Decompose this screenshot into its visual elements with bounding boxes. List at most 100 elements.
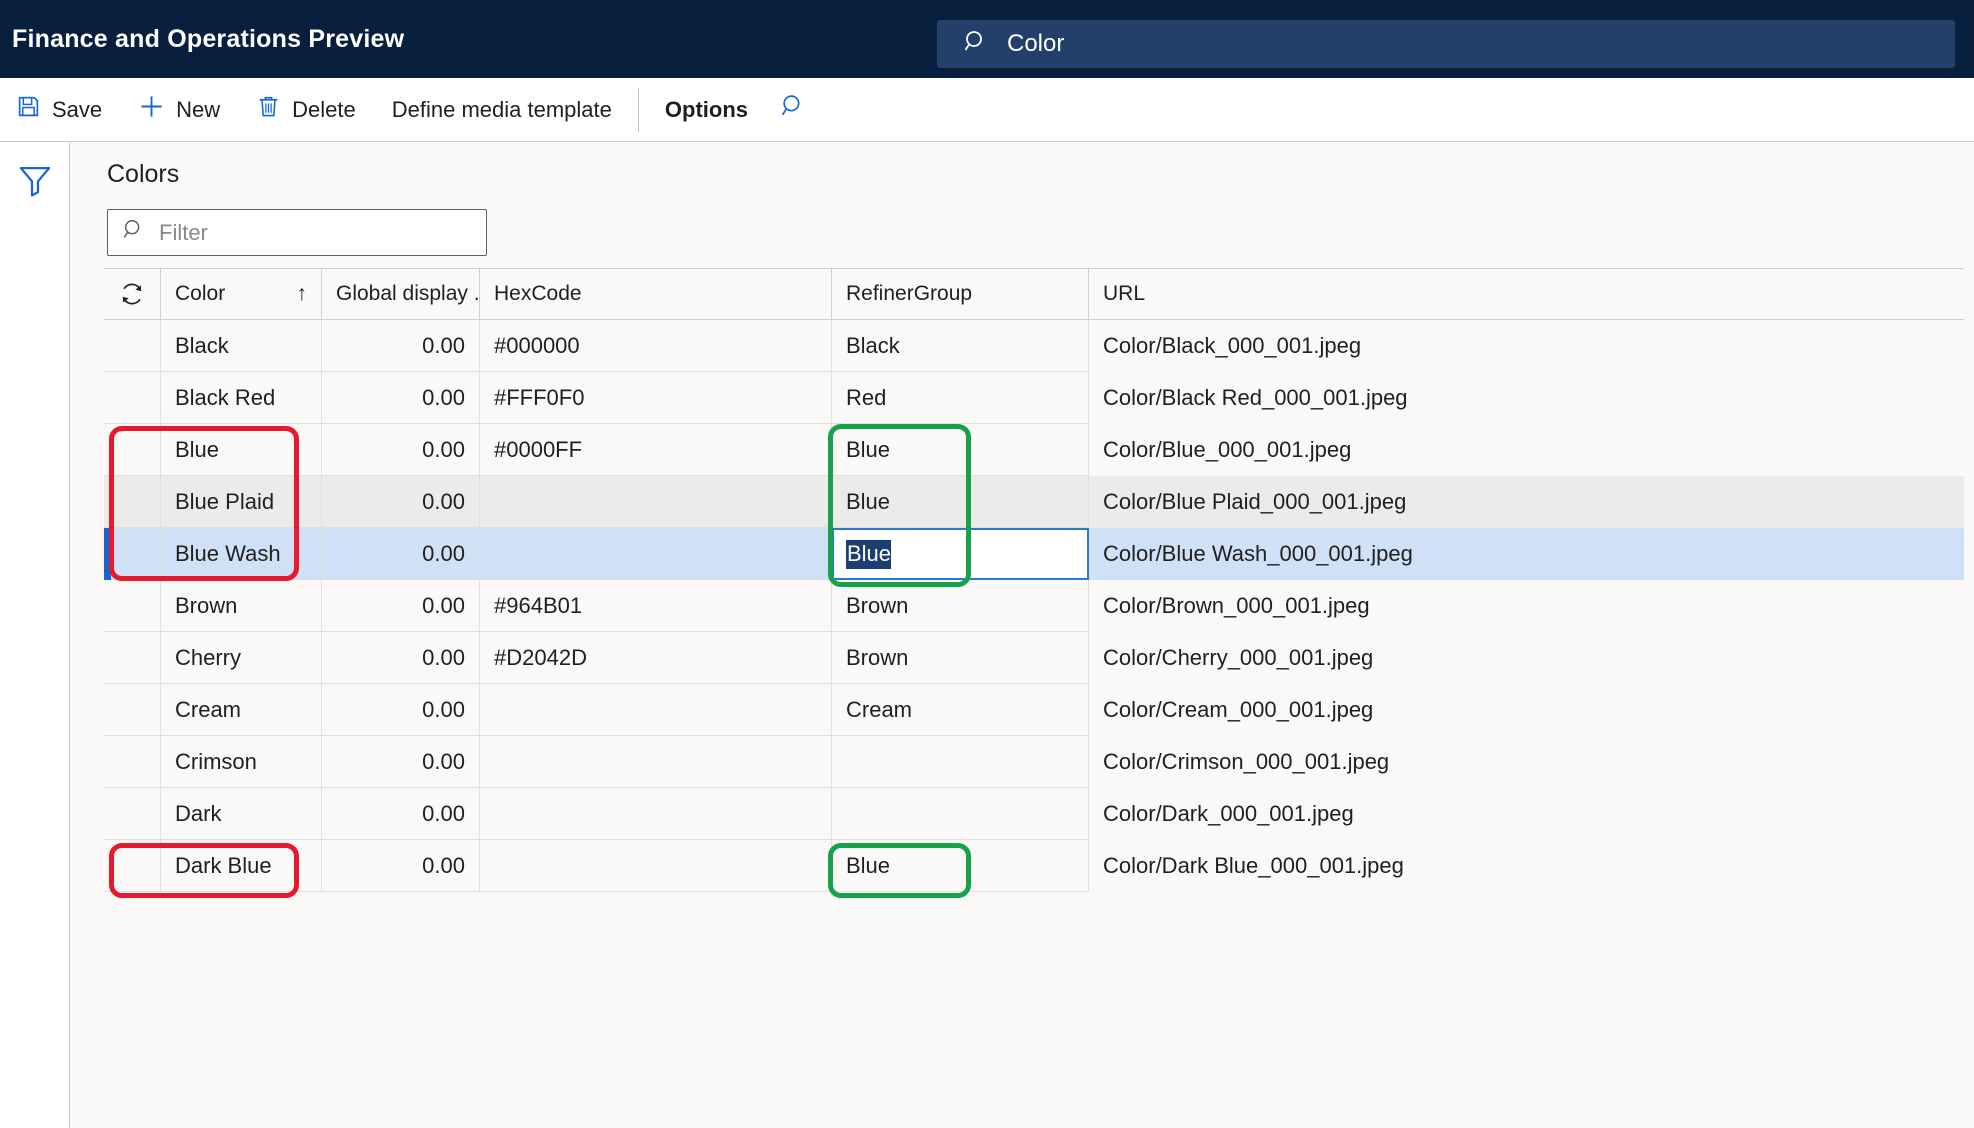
grid-header-url[interactable]: URL xyxy=(1089,268,1964,320)
filter-input[interactable]: Filter xyxy=(107,209,487,256)
cell-hexcode[interactable]: #964B01 xyxy=(480,580,832,632)
grid-header-hexcode[interactable]: HexCode xyxy=(480,268,832,320)
cell-global-display[interactable]: 0.00 xyxy=(322,528,480,580)
options-label: Options xyxy=(664,96,748,122)
table-row[interactable]: Brown 0.00 #964B01 Brown Color/Brown_000_001… xyxy=(104,580,1974,632)
cell-refinergroup[interactable]: Cream xyxy=(832,684,1089,736)
cell-global-display[interactable]: 0.00 xyxy=(322,684,480,736)
save-icon xyxy=(16,94,41,125)
toolbar-search-button[interactable] xyxy=(766,78,825,142)
grid-refresh-button[interactable] xyxy=(104,268,161,320)
cell-refinergroup[interactable]: Red xyxy=(832,372,1089,424)
table-row[interactable]: Black Red 0.00 #FFF0F0 Red Color/Black Red_0… xyxy=(104,372,1974,424)
cell-hexcode[interactable]: #FFF0F0 xyxy=(480,372,832,424)
cell-refinergroup-editor[interactable]: Blue xyxy=(832,528,1089,580)
cell-hexcode[interactable] xyxy=(480,528,832,580)
cell-hexcode[interactable]: #D2042D xyxy=(480,632,832,684)
cell-color[interactable]: Cream xyxy=(161,684,322,736)
row-marker-cell[interactable] xyxy=(104,528,161,580)
cell-hexcode[interactable] xyxy=(480,684,832,736)
colors-grid: Color ↑ Global display ... HexCode Refin… xyxy=(104,268,1974,892)
cell-color[interactable]: Dark Blue xyxy=(161,840,322,892)
cell-global-display[interactable]: 0.00 xyxy=(322,580,480,632)
cell-refinergroup[interactable]: Blue xyxy=(832,840,1089,892)
cell-color[interactable]: Black Red xyxy=(161,372,322,424)
table-row[interactable]: Crimson 0.00 Color/Crimson_000_001.jpeg xyxy=(104,736,1974,788)
table-row[interactable]: Black 0.00 #000000 Black Color/Black_000_001… xyxy=(104,320,1974,372)
define-media-template-button[interactable]: Define media template xyxy=(374,78,630,142)
cell-url[interactable]: Color/Cherry_000_001.jpeg xyxy=(1089,632,1964,684)
cell-global-display[interactable]: 0.00 xyxy=(322,788,480,840)
global-search-box[interactable]: Color xyxy=(937,20,1955,68)
cell-color[interactable]: Blue Plaid xyxy=(161,476,322,528)
cell-refinergroup[interactable]: Brown xyxy=(832,580,1089,632)
cell-url[interactable]: Color/Cream_000_001.jpeg xyxy=(1089,684,1964,736)
cell-global-display[interactable]: 0.00 xyxy=(322,632,480,684)
table-row[interactable]: Dark 0.00 Color/Dark_000_001.jpeg xyxy=(104,788,1974,840)
cell-url[interactable]: Color/Blue Plaid_000_001.jpeg xyxy=(1089,476,1964,528)
global-search-value: Color xyxy=(1007,30,1065,57)
row-marker-cell[interactable] xyxy=(104,632,161,684)
table-row[interactable]: Dark Blue 0.00 Blue Color/Dark Blue_000_001… xyxy=(104,840,1974,892)
cell-hexcode[interactable] xyxy=(480,788,832,840)
cell-color[interactable]: Cherry xyxy=(161,632,322,684)
cell-refinergroup[interactable]: Blue xyxy=(832,424,1089,476)
row-marker-cell[interactable] xyxy=(104,476,161,528)
cell-hexcode[interactable]: #0000FF xyxy=(480,424,832,476)
grid-header-refinergroup[interactable]: RefinerGroup xyxy=(832,268,1089,320)
cell-refinergroup[interactable]: Blue xyxy=(832,476,1089,528)
row-marker-cell[interactable] xyxy=(104,684,161,736)
cell-url[interactable]: Color/Black Red_000_001.jpeg xyxy=(1089,372,1964,424)
cell-global-display[interactable]: 0.00 xyxy=(322,372,480,424)
cell-hexcode[interactable] xyxy=(480,736,832,788)
cell-url[interactable]: Color/Crimson_000_001.jpeg xyxy=(1089,736,1964,788)
cell-global-display[interactable]: 0.00 xyxy=(322,424,480,476)
row-marker-cell[interactable] xyxy=(104,788,161,840)
row-marker-cell[interactable] xyxy=(104,840,161,892)
cell-refinergroup[interactable]: Black xyxy=(832,320,1089,372)
cell-url[interactable]: Color/Blue_000_001.jpeg xyxy=(1089,424,1964,476)
cell-refinergroup[interactable] xyxy=(832,788,1089,840)
cell-hexcode[interactable] xyxy=(480,476,832,528)
cell-color[interactable]: Blue Wash xyxy=(161,528,322,580)
cell-hexcode[interactable]: #000000 xyxy=(480,320,832,372)
grid-header-color[interactable]: Color ↑ xyxy=(161,268,322,320)
cell-color[interactable]: Black xyxy=(161,320,322,372)
cell-url[interactable]: Color/Black_000_001.jpeg xyxy=(1089,320,1964,372)
table-row[interactable]: Blue Plaid 0.00 Blue Color/Blue Plaid_000_0… xyxy=(104,476,1974,528)
cell-color[interactable]: Dark xyxy=(161,788,322,840)
cell-url[interactable]: Color/Dark Blue_000_001.jpeg xyxy=(1089,840,1964,892)
cell-url[interactable]: Color/Brown_000_001.jpeg xyxy=(1089,580,1964,632)
save-button[interactable]: Save xyxy=(0,78,120,142)
grid-header-url-label: URL xyxy=(1103,282,1146,305)
trash-icon xyxy=(256,94,281,125)
row-marker-cell[interactable] xyxy=(104,320,161,372)
cell-color[interactable]: Crimson xyxy=(161,736,322,788)
grid-header-row: Color ↑ Global display ... HexCode Refin… xyxy=(104,268,1974,320)
funnel-icon[interactable] xyxy=(17,163,53,204)
row-marker-cell[interactable] xyxy=(104,424,161,476)
table-row[interactable]: Blue Wash 0.00 Blue Color/Blue Wash_000_001… xyxy=(104,528,1974,580)
cell-global-display[interactable]: 0.00 xyxy=(322,736,480,788)
cell-refinergroup[interactable] xyxy=(832,736,1089,788)
cell-color[interactable]: Brown xyxy=(161,580,322,632)
plus-icon xyxy=(138,93,165,126)
row-marker-cell[interactable] xyxy=(104,736,161,788)
table-row[interactable]: Cherry 0.00 #D2042D Brown Color/Cherry_000_0… xyxy=(104,632,1974,684)
grid-header-global-display[interactable]: Global display ... xyxy=(322,268,480,320)
delete-button[interactable]: Delete xyxy=(238,78,374,142)
table-row[interactable]: Blue 0.00 #0000FF Blue Color/Blue_000_001.jp… xyxy=(104,424,1974,476)
cell-url[interactable]: Color/Dark_000_001.jpeg xyxy=(1089,788,1964,840)
cell-global-display[interactable]: 0.00 xyxy=(322,476,480,528)
cell-global-display[interactable]: 0.00 xyxy=(322,840,480,892)
options-button[interactable]: Options xyxy=(647,78,766,142)
new-button[interactable]: New xyxy=(120,78,238,142)
cell-url[interactable]: Color/Blue Wash_000_001.jpeg xyxy=(1089,528,1964,580)
cell-refinergroup[interactable]: Brown xyxy=(832,632,1089,684)
row-marker-cell[interactable] xyxy=(104,580,161,632)
cell-hexcode[interactable] xyxy=(480,840,832,892)
cell-global-display[interactable]: 0.00 xyxy=(322,320,480,372)
table-row[interactable]: Cream 0.00 Cream Color/Cream_000_001.jpeg xyxy=(104,684,1974,736)
cell-color[interactable]: Blue xyxy=(161,424,322,476)
row-marker-cell[interactable] xyxy=(104,372,161,424)
